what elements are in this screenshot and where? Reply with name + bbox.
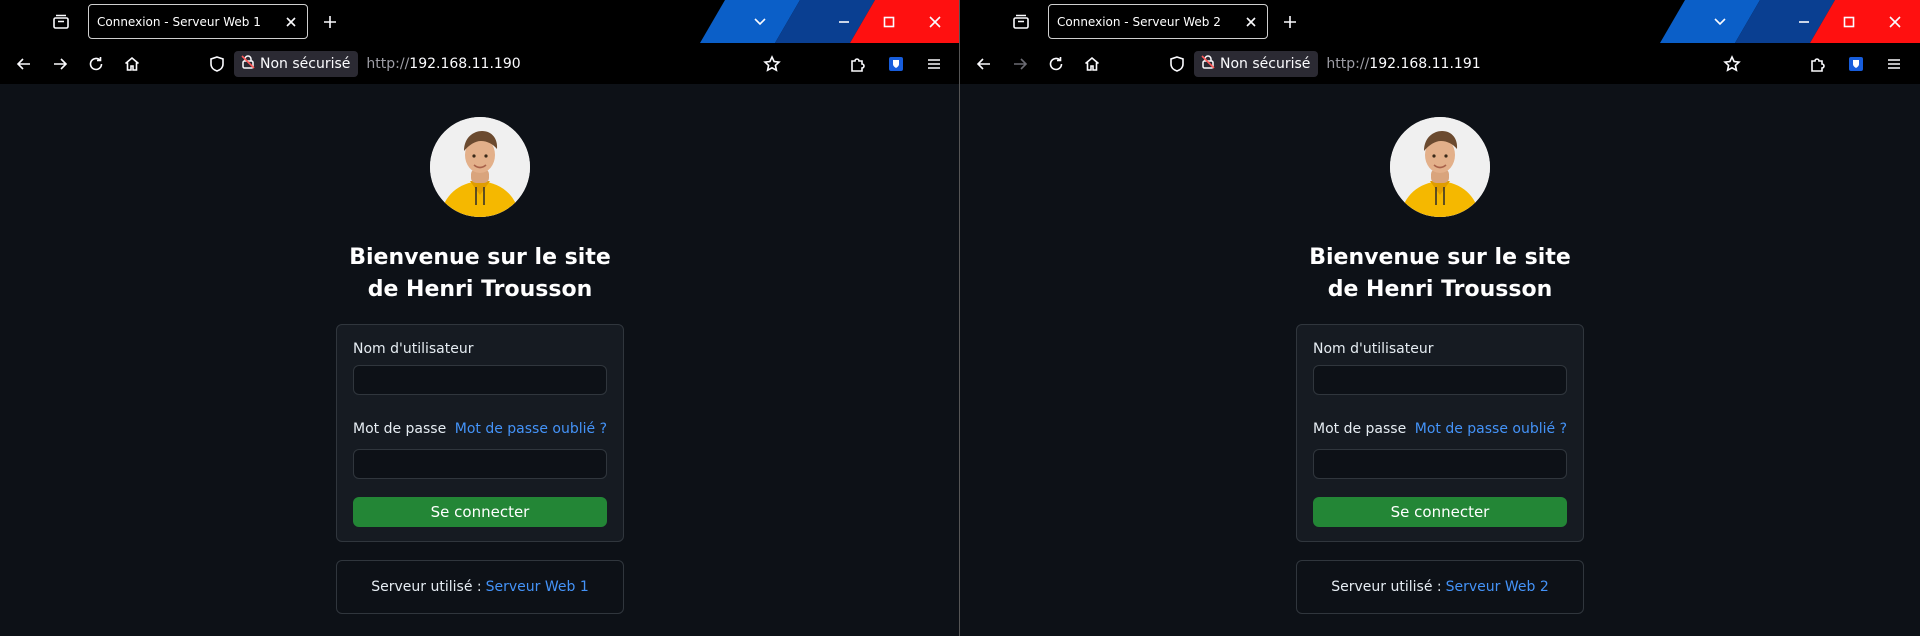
url-host: 192.168.11.191	[1369, 56, 1481, 72]
not-secure-label: Non sécurisé	[260, 56, 351, 72]
star-icon[interactable]	[1720, 52, 1744, 76]
hamburger-icon[interactable]	[922, 52, 946, 76]
username-label: Nom d'utilisateur	[1313, 341, 1434, 357]
arrow-right-icon[interactable]	[48, 52, 72, 76]
shield-extension-icon[interactable]	[884, 52, 908, 76]
page-title-line-2: de Henri Trousson	[1327, 277, 1553, 302]
login-form: Nom d'utilisateur Mot de passe Mot de pa…	[336, 324, 624, 542]
page-title: Bienvenue sur le site de Henri Trousson	[330, 242, 630, 306]
username-input[interactable]	[1313, 365, 1567, 395]
forgot-password-link[interactable]: Mot de passe oublié ?	[1415, 421, 1567, 437]
not-secure-badge[interactable]: Non sécurisé	[1194, 51, 1319, 77]
page-title-line-1: Bienvenue sur le site	[1309, 245, 1571, 270]
tab-list-icon[interactable]	[50, 11, 72, 33]
login-form: Nom d'utilisateur Mot de passe Mot de pa…	[1296, 324, 1584, 542]
shield-extension-icon[interactable]	[1844, 52, 1868, 76]
browser-window-2: Connexion - Serveur Web 2 Non sécurisé h…	[960, 0, 1920, 636]
avatar	[1390, 117, 1490, 217]
title-bar: Connexion - Serveur Web 2	[960, 0, 1920, 43]
puzzle-icon[interactable]	[846, 52, 870, 76]
username-label: Nom d'utilisateur	[353, 341, 474, 357]
minimize-icon[interactable]	[1781, 0, 1827, 43]
url-text[interactable]: http://192.168.11.190	[366, 56, 520, 72]
close-window-icon[interactable]	[1872, 0, 1918, 43]
broken-lock-icon	[240, 54, 256, 74]
login-button[interactable]: Se connecter	[353, 497, 607, 527]
hamburger-icon[interactable]	[1882, 52, 1906, 76]
url-text[interactable]: http://192.168.11.191	[1326, 56, 1480, 72]
arrow-right-icon	[1008, 52, 1032, 76]
chevron-down-icon[interactable]	[737, 0, 783, 43]
server-info: Serveur utilisé : Serveur Web 1	[336, 560, 624, 614]
url-protocol: http://	[366, 56, 410, 72]
tab-title: Connexion - Serveur Web 2	[1057, 14, 1221, 29]
page-title-line-2: de Henri Trousson	[367, 277, 593, 302]
home-icon[interactable]	[1080, 52, 1104, 76]
not-secure-label: Non sécurisé	[1220, 56, 1311, 72]
avatar	[430, 117, 530, 217]
not-secure-badge[interactable]: Non sécurisé	[234, 51, 359, 77]
shield-icon[interactable]	[208, 55, 226, 77]
page-content: Bienvenue sur le site de Henri Trousson …	[0, 84, 959, 636]
reload-icon[interactable]	[1044, 52, 1068, 76]
page-content: Bienvenue sur le site de Henri Trousson …	[960, 84, 1920, 636]
puzzle-icon[interactable]	[1806, 52, 1830, 76]
minimize-icon[interactable]	[821, 0, 867, 43]
tab-list-icon[interactable]	[1010, 11, 1032, 33]
server-prefix: Serveur utilisé :	[371, 579, 482, 595]
close-icon[interactable]	[283, 14, 299, 30]
page-title-line-1: Bienvenue sur le site	[349, 245, 611, 270]
nav-toolbar: Non sécurisé http://192.168.11.190	[0, 43, 959, 84]
close-window-icon[interactable]	[912, 0, 958, 43]
server-name-link[interactable]: Serveur Web 2	[1446, 579, 1549, 595]
password-label: Mot de passe	[353, 421, 447, 437]
url-bar[interactable]: Non sécurisé http://192.168.11.190	[204, 48, 764, 80]
plus-icon[interactable]	[1279, 11, 1301, 33]
arrow-left-icon[interactable]	[12, 52, 36, 76]
tab-active[interactable]: Connexion - Serveur Web 1	[88, 4, 308, 39]
password-label: Mot de passe	[1313, 421, 1407, 437]
shield-icon[interactable]	[1168, 55, 1186, 77]
arrow-left-icon[interactable]	[972, 52, 996, 76]
plus-icon[interactable]	[319, 11, 341, 33]
broken-lock-icon	[1200, 54, 1216, 74]
server-info: Serveur utilisé : Serveur Web 2	[1296, 560, 1584, 614]
server-prefix: Serveur utilisé :	[1331, 579, 1442, 595]
server-name-link[interactable]: Serveur Web 1	[486, 579, 589, 595]
url-host: 192.168.11.190	[409, 56, 521, 72]
nav-toolbar: Non sécurisé http://192.168.11.191	[960, 43, 1920, 84]
password-input[interactable]	[353, 449, 607, 479]
forgot-password-link[interactable]: Mot de passe oublié ?	[455, 421, 607, 437]
maximize-icon[interactable]	[866, 0, 912, 43]
title-bar: Connexion - Serveur Web 1	[0, 0, 959, 43]
username-input[interactable]	[353, 365, 607, 395]
url-bar[interactable]: Non sécurisé http://192.168.11.191	[1164, 48, 1724, 80]
star-icon[interactable]	[760, 52, 784, 76]
tab-title: Connexion - Serveur Web 1	[97, 14, 261, 29]
screen: Connexion - Serveur Web 1 Non sécurisé h…	[0, 0, 1920, 636]
login-button[interactable]: Se connecter	[1313, 497, 1567, 527]
url-protocol: http://	[1326, 56, 1370, 72]
maximize-icon[interactable]	[1826, 0, 1872, 43]
reload-icon[interactable]	[84, 52, 108, 76]
tab-active[interactable]: Connexion - Serveur Web 2	[1048, 4, 1268, 39]
browser-window-1: Connexion - Serveur Web 1 Non sécurisé h…	[0, 0, 960, 636]
chevron-down-icon[interactable]	[1697, 0, 1743, 43]
password-input[interactable]	[1313, 449, 1567, 479]
home-icon[interactable]	[120, 52, 144, 76]
page-title: Bienvenue sur le site de Henri Trousson	[1290, 242, 1590, 306]
close-icon[interactable]	[1243, 14, 1259, 30]
